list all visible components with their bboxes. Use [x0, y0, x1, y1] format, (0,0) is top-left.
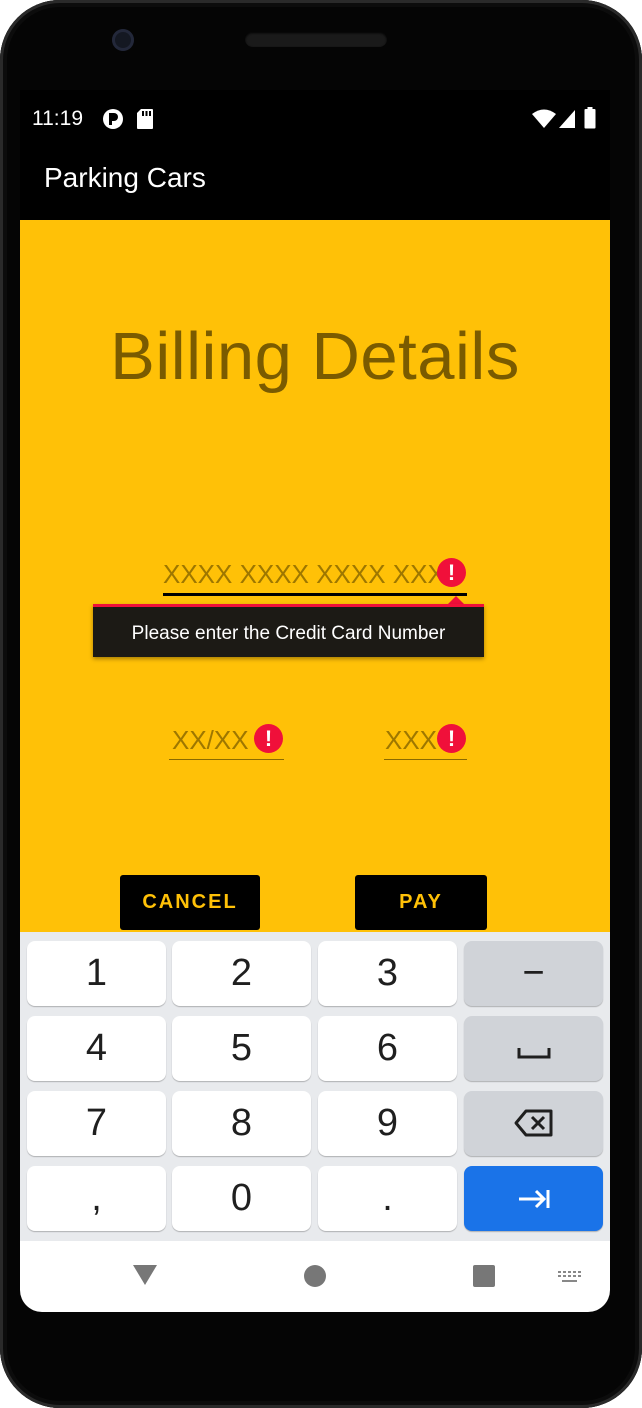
key-6[interactable]: 6	[318, 1016, 457, 1081]
cvv-underline	[384, 759, 467, 760]
earpiece-speaker	[245, 32, 387, 47]
keyboard-switch-icon[interactable]	[558, 1270, 582, 1288]
card-number-underline	[163, 593, 467, 596]
cvv-field[interactable]: XXX !	[384, 720, 467, 762]
key-next[interactable]	[464, 1166, 603, 1231]
cancel-button[interactable]: CANCEL	[120, 875, 260, 930]
key-period[interactable]: .	[318, 1166, 457, 1231]
recents-icon[interactable]	[473, 1265, 495, 1292]
screen: 11:19 Parking Cars Billing Details XXXX …	[20, 90, 610, 1312]
pay-button[interactable]: PAY	[355, 875, 487, 930]
expiry-error-icon: !	[254, 724, 283, 753]
battery-icon	[584, 107, 596, 134]
home-icon[interactable]	[304, 1265, 326, 1292]
key-comma[interactable]: ,	[27, 1166, 166, 1231]
billing-form: Billing Details XXXX XXXX XXXX XXX ! Ple…	[20, 220, 610, 932]
expiry-placeholder: XX/XX	[172, 725, 249, 755]
key-backspace[interactable]	[464, 1091, 603, 1156]
expiry-underline	[169, 759, 284, 760]
expiry-field[interactable]: XX/XX !	[169, 720, 284, 762]
key-5[interactable]: 5	[172, 1016, 311, 1081]
key-1[interactable]: 1	[27, 941, 166, 1006]
card-number-field[interactable]: XXXX XXXX XXXX XXX !	[163, 554, 467, 598]
phone-frame: 11:19 Parking Cars Billing Details XXXX …	[0, 0, 642, 1408]
wifi-icon	[532, 109, 556, 134]
cvv-placeholder: XXX	[385, 725, 438, 755]
key-2[interactable]: 2	[172, 941, 311, 1006]
status-bar: 11:19	[20, 90, 610, 148]
space-icon	[517, 1048, 550, 1059]
card-number-error-icon: !	[437, 558, 466, 587]
back-icon[interactable]	[132, 1264, 158, 1291]
key-3[interactable]: 3	[318, 941, 457, 1006]
signal-icon	[558, 109, 576, 134]
status-time: 11:19	[32, 107, 83, 130]
key-0[interactable]: 0	[172, 1166, 311, 1231]
app-notification-icon	[102, 108, 124, 135]
system-nav-bar	[20, 1241, 610, 1312]
key-8[interactable]: 8	[172, 1091, 311, 1156]
card-number-placeholder: XXXX XXXX XXXX XXX	[163, 559, 445, 589]
key-7[interactable]: 7	[27, 1091, 166, 1156]
app-bar: Parking Cars	[20, 148, 610, 220]
key-9[interactable]: 9	[318, 1091, 457, 1156]
error-tooltip-arrow	[448, 596, 464, 604]
key-space[interactable]	[464, 1016, 603, 1081]
key-minus[interactable]: −	[464, 941, 603, 1006]
app-title: Parking Cars	[44, 162, 206, 193]
page-title: Billing Details	[110, 319, 520, 394]
backspace-icon	[514, 1109, 552, 1137]
front-camera	[112, 29, 134, 51]
sd-card-icon	[136, 108, 154, 135]
error-tooltip: Please enter the Credit Card Number	[93, 604, 484, 657]
numeric-keyboard: 1 2 3 − 4 5 6 7 8 9 , 0 .	[20, 932, 610, 1241]
cvv-error-icon: !	[437, 724, 466, 753]
next-field-icon	[518, 1189, 549, 1209]
key-4[interactable]: 4	[27, 1016, 166, 1081]
